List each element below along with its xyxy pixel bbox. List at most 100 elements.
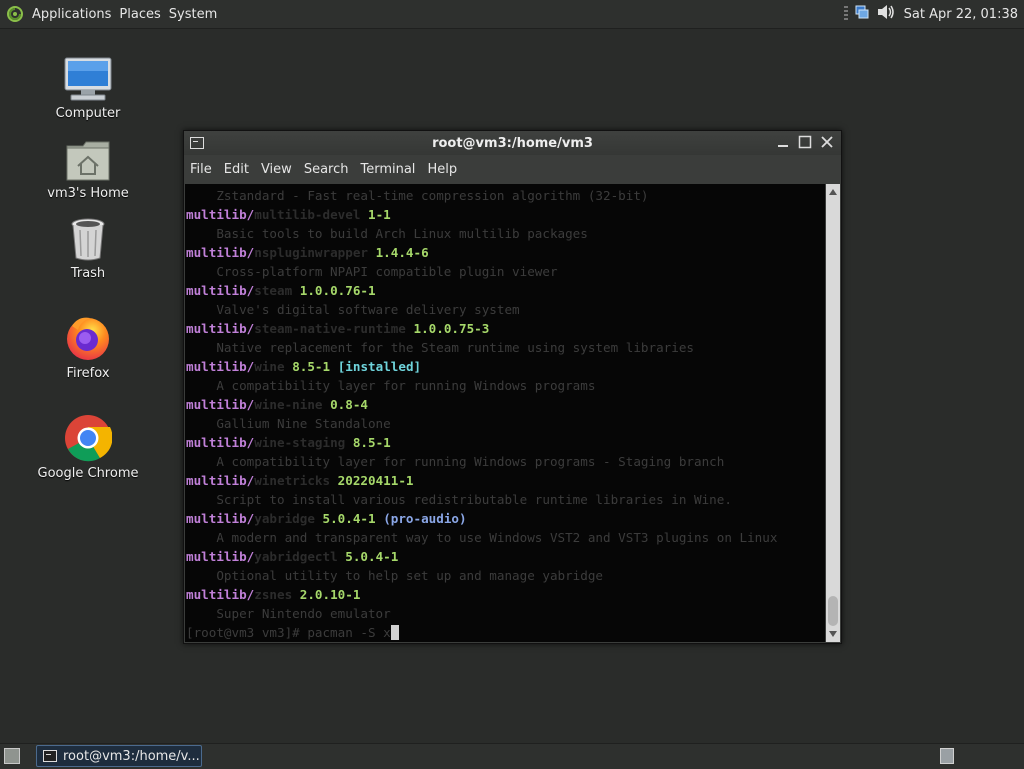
show-desktop-icon[interactable] bbox=[4, 748, 20, 764]
package-version: 8.5-1 bbox=[352, 435, 391, 450]
firefox-icon bbox=[64, 310, 112, 362]
package-description: A compatibility layer for running Window… bbox=[186, 376, 595, 395]
package-description: Valve's digital software delivery system bbox=[186, 300, 519, 319]
description-text: Script to install various redistributabl… bbox=[186, 492, 732, 507]
package-line: multilib/yabridgectl 5.0.4-1 bbox=[186, 547, 398, 566]
close-button[interactable] bbox=[819, 134, 835, 150]
desktop-icon-firefox[interactable]: Firefox bbox=[28, 310, 148, 381]
terminal-task-icon bbox=[43, 750, 57, 762]
volume-icon[interactable] bbox=[876, 3, 896, 25]
distro-logo-icon[interactable] bbox=[4, 3, 26, 25]
description-text: Gallium Nine Standalone bbox=[186, 416, 391, 431]
terminal-output[interactable]: Zstandard - Fast real-time compression a… bbox=[185, 184, 825, 642]
desktop-icon-trash[interactable]: Trash bbox=[28, 210, 148, 281]
description-text: Native replacement for the Steam runtime… bbox=[186, 340, 694, 355]
package-line: multilib/nspluginwrapper 1.4.4-6 bbox=[186, 243, 429, 262]
package-version: 1-1 bbox=[368, 207, 391, 222]
package-description: Optional utility to help set up and mana… bbox=[186, 566, 603, 585]
menu-search[interactable]: Search bbox=[304, 162, 349, 177]
package-line: multilib/winetricks 20220411-1 bbox=[186, 471, 414, 490]
desktop-icon-chrome[interactable]: Google Chrome bbox=[28, 410, 148, 481]
desktop-icon-label: Computer bbox=[55, 106, 121, 121]
package-version: 1.0.0.75-3 bbox=[413, 321, 490, 336]
package-name: winetricks bbox=[254, 473, 331, 488]
workspace-switcher[interactable] bbox=[940, 748, 954, 764]
menu-file[interactable]: File bbox=[190, 162, 212, 177]
package-line: multilib/multilib-devel 1-1 bbox=[186, 205, 391, 224]
package-name: wine-staging bbox=[254, 435, 346, 450]
scroll-up-icon[interactable] bbox=[826, 186, 840, 198]
desktop-icon-label: Firefox bbox=[66, 366, 110, 381]
description-text: Basic tools to build Arch Linux multilib… bbox=[186, 226, 588, 241]
repo-name: multilib/ bbox=[186, 473, 255, 488]
command-prompt-line[interactable]: [root@vm3 vm3]# pacman -S x bbox=[186, 623, 399, 642]
bottom-panel: root@vm3:/home/v... bbox=[0, 743, 1024, 769]
package-tag: [installed] bbox=[337, 359, 422, 374]
chrome-icon bbox=[64, 410, 112, 462]
repo-name: multilib/ bbox=[186, 587, 255, 602]
package-line: multilib/zsnes 2.0.10-1 bbox=[186, 585, 360, 604]
package-line: multilib/yabridge 5.0.4-1 (pro-audio) bbox=[186, 509, 467, 528]
menu-view[interactable]: View bbox=[261, 162, 292, 177]
scrollbar-thumb[interactable] bbox=[828, 596, 838, 626]
package-description: Cross-platform NPAPI compatible plugin v… bbox=[186, 262, 557, 281]
package-line: multilib/wine-nine 0.8-4 bbox=[186, 395, 368, 414]
package-line: multilib/wine-staging 8.5-1 bbox=[186, 433, 391, 452]
package-line: multilib/steam 1.0.0.76-1 bbox=[186, 281, 376, 300]
network-icon[interactable] bbox=[854, 4, 870, 24]
repo-name: multilib/ bbox=[186, 245, 255, 260]
menu-help[interactable]: Help bbox=[427, 162, 457, 177]
maximize-button[interactable] bbox=[797, 134, 813, 150]
window-title-bar[interactable]: root@vm3:/home/vm3 bbox=[184, 131, 841, 155]
package-version: 0.8-4 bbox=[330, 397, 369, 412]
desktop-icon-computer[interactable]: Computer bbox=[28, 50, 148, 121]
package-description: Zstandard - Fast real-time compression a… bbox=[186, 186, 649, 205]
window-title: root@vm3:/home/vm3 bbox=[432, 135, 593, 151]
menu-edit[interactable]: Edit bbox=[224, 162, 249, 177]
package-version: 2.0.10-1 bbox=[299, 587, 361, 602]
command-prompt: [root@vm3 vm3]# pacman -S x bbox=[186, 625, 391, 640]
package-version: 5.0.4-1 bbox=[322, 511, 376, 526]
package-name: wine bbox=[254, 359, 285, 374]
package-version: 5.0.4-1 bbox=[345, 549, 399, 564]
package-description: Script to install various redistributabl… bbox=[186, 490, 732, 509]
package-name: yabridge bbox=[254, 511, 315, 526]
package-line: multilib/wine 8.5-1 [installed] bbox=[186, 357, 421, 376]
description-text: Zstandard - Fast real-time compression a… bbox=[186, 188, 649, 203]
package-name: zsnes bbox=[254, 587, 293, 602]
applications-menu[interactable]: Applications bbox=[32, 7, 111, 22]
package-description: Native replacement for the Steam runtime… bbox=[186, 338, 694, 357]
package-name: yabridgectl bbox=[254, 549, 338, 564]
repo-name: multilib/ bbox=[186, 511, 255, 526]
description-text: A compatibility layer for running Window… bbox=[186, 378, 596, 393]
package-version: 8.5-1 bbox=[292, 359, 331, 374]
minimize-button[interactable] bbox=[775, 134, 791, 150]
repo-name: multilib/ bbox=[186, 397, 255, 412]
package-name: nspluginwrapper bbox=[254, 245, 368, 260]
repo-name: multilib/ bbox=[186, 321, 255, 336]
repo-name: multilib/ bbox=[186, 359, 255, 374]
repo-name: multilib/ bbox=[186, 207, 255, 222]
desktop-icon-home[interactable]: vm3's Home bbox=[28, 130, 148, 201]
package-version: 1.0.0.76-1 bbox=[299, 283, 376, 298]
package-version: 1.4.4-6 bbox=[375, 245, 429, 260]
terminal-scrollbar[interactable] bbox=[826, 184, 840, 642]
repo-name: multilib/ bbox=[186, 549, 255, 564]
terminal-window-icon[interactable] bbox=[190, 137, 204, 149]
clock[interactable]: Sat Apr 22, 01:38 bbox=[904, 7, 1018, 22]
description-text: A modern and transparent way to use Wind… bbox=[186, 530, 778, 545]
menu-terminal[interactable]: Terminal bbox=[360, 162, 415, 177]
places-menu[interactable]: Places bbox=[119, 7, 160, 22]
package-description: Gallium Nine Standalone bbox=[186, 414, 391, 433]
package-name: wine-nine bbox=[254, 397, 323, 412]
terminal-window[interactable]: root@vm3:/home/vm3 File Edit View Search… bbox=[183, 130, 842, 644]
system-menu[interactable]: System bbox=[169, 7, 217, 22]
scroll-down-icon[interactable] bbox=[826, 628, 840, 640]
top-panel: Applications Places System Sat Apr 22, 0… bbox=[0, 0, 1024, 29]
package-description: Basic tools to build Arch Linux multilib… bbox=[186, 224, 588, 243]
taskbar-window-button[interactable]: root@vm3:/home/v... bbox=[36, 745, 202, 767]
tray-separator bbox=[843, 6, 848, 22]
computer-icon bbox=[63, 50, 113, 102]
desktop-icon-label: vm3's Home bbox=[47, 186, 129, 201]
home-folder-icon bbox=[65, 130, 111, 182]
